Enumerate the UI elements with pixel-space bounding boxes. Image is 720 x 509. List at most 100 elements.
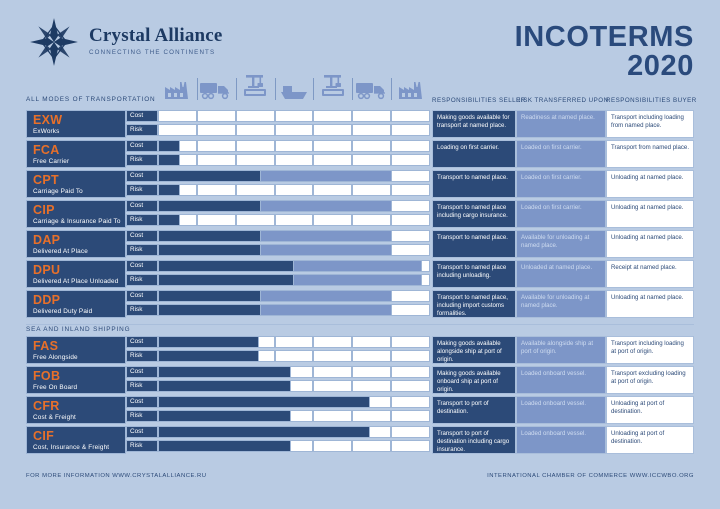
- term-box-fca[interactable]: FCA Free Carrier: [26, 140, 126, 168]
- seller-responsibility-cell: Transport to named place including unloa…: [432, 260, 516, 288]
- risk-bar-dark: [158, 380, 292, 392]
- risk-bar-dark: [158, 214, 180, 226]
- segment: [274, 350, 314, 362]
- track-risk-fas: [158, 350, 430, 362]
- term-box-fas[interactable]: FAS Free Alongside: [26, 336, 126, 364]
- risk-transfer-cell: Loaded onboard vessel.: [516, 426, 606, 454]
- term-box-cfr[interactable]: CFR Cost & Freight: [26, 396, 126, 424]
- risk-label-cif: Risk: [126, 440, 158, 452]
- seller-responsibility-cell: Making goods available alongside ship at…: [432, 336, 516, 364]
- segment: [352, 214, 392, 226]
- risk-transfer-cell: Loaded on first carrier.: [516, 140, 606, 168]
- track-risk-dap: [158, 244, 430, 256]
- column-rule: [274, 78, 276, 100]
- segment: [352, 440, 392, 452]
- footer-right-text: INTERNATIONAL CHAMBER OF COMMERCE WWW.IC…: [487, 473, 694, 479]
- term-box-fob[interactable]: FOB Free On Board: [26, 366, 126, 394]
- risk-bar-dark: [158, 274, 294, 286]
- track-risk-fca: [158, 154, 430, 166]
- risk-bar-dark: [158, 184, 180, 196]
- segment: [274, 110, 314, 122]
- buyer-responsibility-cell: Unloading at named place.: [606, 230, 694, 258]
- segment: [313, 124, 353, 136]
- term-box-ddp[interactable]: DDP Delivered Duty Paid: [26, 290, 126, 318]
- risk-transfer-cell: Readiness at named place.: [516, 110, 606, 138]
- risk-transfer-cell: Unloaded at named place.: [516, 260, 606, 288]
- risk-transfer-cell: Available alongside ship at port of orig…: [516, 336, 606, 364]
- segment: [391, 140, 430, 152]
- segment: [235, 214, 275, 226]
- term-box-cip[interactable]: CIP Carriage & Insurance Paid To: [26, 200, 126, 228]
- term-name: Delivered At Place Unloaded: [33, 278, 119, 286]
- track-cost-fas: [158, 336, 430, 348]
- term-code: DDP: [33, 293, 61, 307]
- track-risk-cpt: [158, 184, 430, 196]
- term-box-dap[interactable]: DAP Delivered At Place: [26, 230, 126, 258]
- term-code: FOB: [33, 369, 61, 383]
- risk-label-cfr: Risk: [126, 410, 158, 422]
- segment: [235, 110, 275, 122]
- crane-icon: [313, 72, 353, 100]
- column-rule: [313, 78, 315, 100]
- track-cost-cif: [158, 426, 430, 438]
- segment: [313, 140, 353, 152]
- segment: [391, 170, 430, 182]
- term-name: ExWorks: [33, 128, 60, 136]
- segment: [352, 350, 392, 362]
- segment: [313, 366, 353, 378]
- brand-tagline: CONNECTING THE CONTINENTS: [89, 48, 216, 56]
- column-rule: [235, 78, 237, 100]
- term-box-exw[interactable]: EXW ExWorks: [26, 110, 126, 138]
- segment: [352, 110, 392, 122]
- risk-transfer-cell: Available for unloading at named place.: [516, 230, 606, 258]
- term-code: CPT: [33, 173, 59, 187]
- term-code: CIF: [33, 429, 55, 443]
- segment: [313, 410, 353, 422]
- term-box-cpt[interactable]: CPT Carriage Paid To: [26, 170, 126, 198]
- segment: [196, 154, 236, 166]
- transport-icon-strip: [146, 72, 430, 100]
- cost-bar-dark: [158, 140, 180, 152]
- title-line-1: INCOTERMS: [514, 21, 694, 53]
- factory-icon: [391, 72, 431, 100]
- segment: [352, 154, 392, 166]
- risk-label-exw: Risk: [126, 124, 158, 136]
- cost-bar-dark: [158, 426, 371, 438]
- segment: [391, 426, 430, 438]
- segment: [391, 336, 430, 348]
- term-name: Carriage & Insurance Paid To: [33, 218, 121, 226]
- term-name: Cost & Freight: [33, 414, 76, 422]
- risk-label-cip: Risk: [126, 214, 158, 226]
- cost-bar-dark: [158, 230, 262, 242]
- risk-transfer-cell: Loaded onboard vessel.: [516, 366, 606, 394]
- risk-transfer-cell: Loaded on first carrier.: [516, 170, 606, 198]
- track-risk-fob: [158, 380, 430, 392]
- track-risk-exw: [158, 124, 430, 136]
- cost-bar-dark: [158, 290, 262, 302]
- cost-label-fob: Cost: [126, 366, 158, 378]
- seller-responsibility-cell: Transport to named place including cargo…: [432, 200, 516, 228]
- term-box-cif[interactable]: CIF Cost, Insurance & Freight: [26, 426, 126, 454]
- track-cost-cpt: [158, 170, 430, 182]
- track-cost-exw: [158, 110, 430, 122]
- segment: [313, 350, 353, 362]
- risk-label-dpu: Risk: [126, 274, 158, 286]
- segment: [391, 184, 430, 196]
- track-cost-fca: [158, 140, 430, 152]
- segment: [313, 214, 353, 226]
- risk-label-ddp: Risk: [126, 304, 158, 316]
- buyer-responsibility-cell: Transport excluding loading at port of o…: [606, 366, 694, 394]
- segment: [313, 110, 353, 122]
- section-label-all-modes: ALL MODES OF TRANSPORTATION: [26, 96, 156, 103]
- segment: [313, 440, 353, 452]
- term-name: Free Alongside: [33, 354, 78, 362]
- risk-label-cpt: Risk: [126, 184, 158, 196]
- brand-name: Crystal Alliance: [89, 25, 223, 47]
- term-code: DPU: [33, 263, 61, 277]
- term-name: Free Carrier: [33, 158, 70, 166]
- segment: [313, 380, 353, 392]
- cost-label-dpu: Cost: [126, 260, 158, 272]
- term-box-dpu[interactable]: DPU Delivered At Place Unloaded: [26, 260, 126, 288]
- segment: [352, 184, 392, 196]
- segment: [391, 124, 430, 136]
